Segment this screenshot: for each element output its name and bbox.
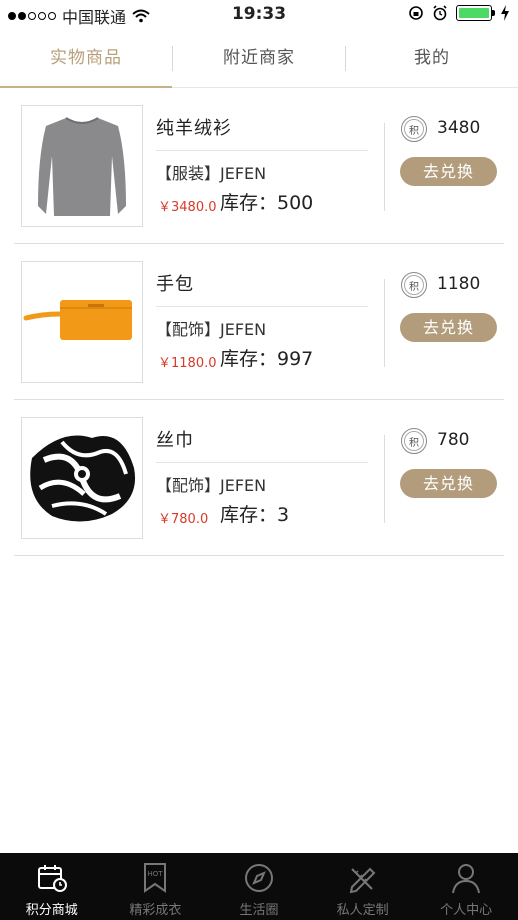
redeem-button[interactable]: 去兑换: [400, 157, 497, 186]
points-coin-icon: 积: [401, 272, 427, 298]
product-brand: 【配饰】JEFEN: [156, 476, 267, 495]
svg-text:HOT: HOT: [148, 870, 164, 878]
tab-nearby-merchants[interactable]: 附近商家: [173, 30, 345, 87]
product-price: ￥1180.0: [158, 356, 217, 371]
nav-private-custom[interactable]: 私人定制: [311, 853, 415, 920]
divider: [156, 306, 368, 307]
charging-icon: [501, 5, 509, 21]
divider: [156, 462, 368, 463]
bottom-nav-bar: 积分商城 HOT 精彩成衣 生活圈 私人定制 个人中心: [0, 853, 518, 920]
nav-ready-to-wear[interactable]: HOT 精彩成衣: [104, 853, 208, 920]
redeem-button[interactable]: 去兑换: [400, 469, 497, 498]
product-stock: 库存：997: [220, 348, 314, 370]
product-points: 3480: [437, 118, 481, 138]
nav-label: 生活圈: [239, 903, 279, 918]
status-right: [408, 5, 510, 21]
nav-points-mall[interactable]: 积分商城: [0, 853, 104, 920]
nav-life-circle[interactable]: 生活圈: [207, 853, 311, 920]
divider: [384, 123, 385, 211]
tab-physical-goods[interactable]: 实物商品: [0, 30, 172, 88]
alarm-icon: [433, 5, 447, 21]
product-stock: 库存：500: [220, 192, 314, 214]
tab-mine[interactable]: 我的: [346, 30, 518, 87]
product-image-handbag[interactable]: [21, 261, 143, 383]
calendar-clock-icon: [37, 865, 67, 892]
product-item-handbag[interactable]: 手包 【配饰】JEFEN ￥1180.0 库存：997 积 1180 去兑换: [14, 244, 504, 400]
product-image-sweater[interactable]: [21, 105, 143, 227]
battery-icon: [456, 5, 495, 21]
product-item-sweater[interactable]: 纯羊绒衫 【服装】JEFEN ￥3480.0 库存：500 积 3480 去兑换: [14, 88, 504, 244]
person-icon: [452, 864, 481, 894]
product-stock: 库存：3: [220, 504, 290, 526]
divider: [384, 279, 385, 367]
product-name: 丝巾: [156, 430, 194, 451]
points-coin-icon: 积: [401, 428, 427, 454]
nav-label: 个人中心: [440, 903, 493, 918]
nav-personal-center[interactable]: 个人中心: [414, 853, 518, 920]
category-tabs: 实物商品 附近商家 我的: [0, 30, 518, 88]
product-brand: 【服装】JEFEN: [156, 164, 267, 183]
redeem-button[interactable]: 去兑换: [400, 313, 497, 342]
hot-bookmark-icon: HOT: [144, 863, 167, 893]
rotation-lock-icon: [409, 6, 423, 20]
product-price: ￥3480.0: [158, 200, 217, 215]
divider: [156, 150, 368, 151]
product-image-scarf[interactable]: [21, 417, 143, 539]
nav-label: 私人定制: [336, 903, 389, 918]
divider: [384, 435, 385, 523]
compass-icon: [244, 864, 273, 892]
product-points: 1180: [437, 274, 481, 294]
product-points: 780: [437, 430, 470, 450]
product-brand: 【配饰】JEFEN: [156, 320, 267, 339]
nav-label: 积分商城: [25, 903, 78, 918]
points-coin-icon: 积: [401, 116, 427, 142]
product-name: 纯羊绒衫: [156, 118, 232, 139]
pencil-ruler-icon: [349, 867, 375, 894]
product-price: ￥780.0: [158, 512, 209, 527]
product-item-scarf[interactable]: 丝巾 【配饰】JEFEN ￥780.0 库存：3 积 780 去兑换: [14, 400, 504, 556]
product-name: 手包: [156, 274, 194, 295]
nav-label: 精彩成衣: [129, 903, 182, 918]
status-bar: 中国联通 19:33: [0, 0, 518, 30]
